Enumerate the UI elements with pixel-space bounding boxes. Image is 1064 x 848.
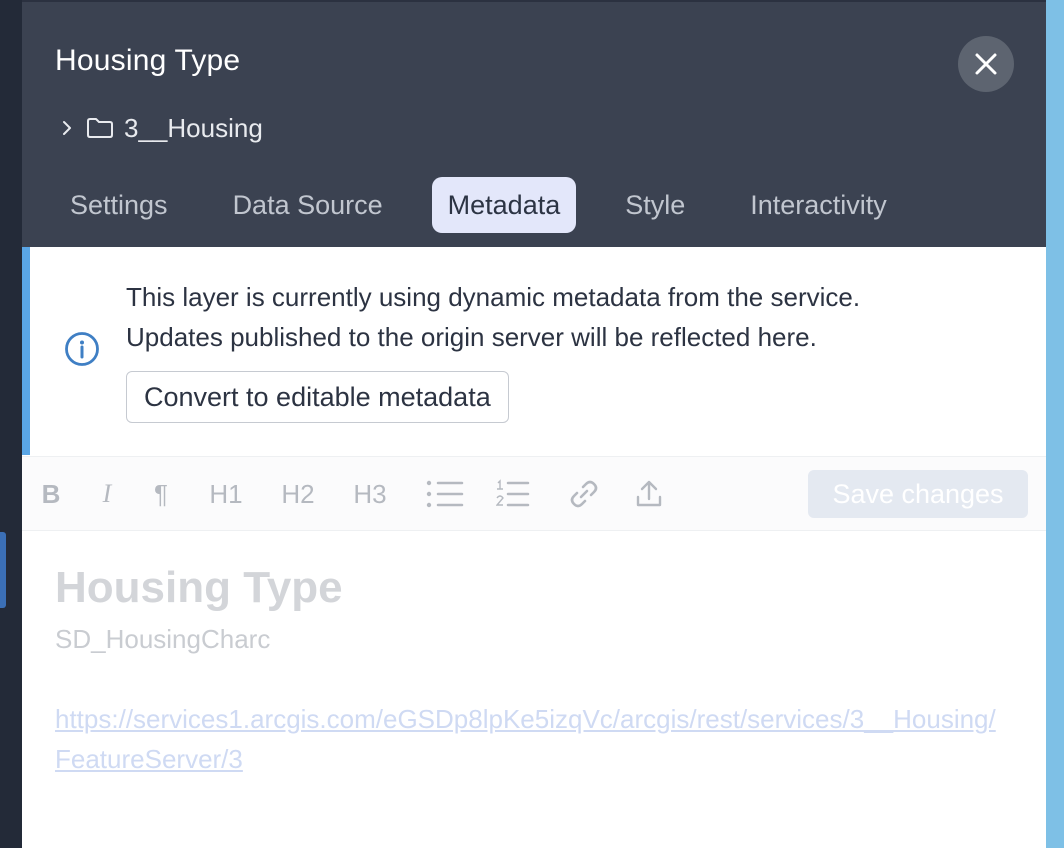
tab-style[interactable]: Style — [609, 177, 701, 233]
dynamic-metadata-notice: This layer is currently using dynamic me… — [22, 247, 1046, 455]
notice-line-1: This layer is currently using dynamic me… — [126, 282, 861, 312]
convert-to-editable-button[interactable]: Convert to editable metadata — [126, 371, 509, 423]
numbered-list-icon — [496, 479, 530, 507]
breadcrumb-folder-label: 3__Housing — [124, 112, 263, 143]
panel-header: Housing Type 3__Housing Settings Data So… — [22, 0, 1046, 247]
tab-metadata[interactable]: Metadata — [431, 177, 577, 233]
italic-button[interactable]: I — [96, 475, 118, 513]
editor-toolbar: B I ¶ H1 H2 H3 Save changes — [22, 456, 1046, 531]
heading-1-button[interactable]: H1 — [208, 475, 244, 513]
folder-icon — [86, 116, 114, 140]
heading-2-button[interactable]: H2 — [278, 475, 318, 513]
panel-tabs: Settings Data Source Metadata Style Inte… — [54, 177, 936, 233]
right-map-edge — [1046, 0, 1064, 848]
upload-icon — [636, 480, 662, 507]
bold-button[interactable]: B — [40, 475, 62, 513]
chevron-right-icon[interactable] — [62, 118, 76, 138]
close-icon — [975, 53, 997, 75]
heading-3-button[interactable]: H3 — [350, 475, 390, 513]
metadata-title: Housing Type — [55, 563, 343, 612]
notice-text: This layer is currently using dynamic me… — [126, 277, 1026, 357]
layer-metadata-panel: Housing Type 3__Housing Settings Data So… — [22, 0, 1046, 848]
upload-button[interactable] — [634, 475, 664, 513]
link-icon — [570, 480, 598, 508]
close-button[interactable] — [958, 36, 1014, 92]
left-rail — [0, 0, 22, 848]
notice-line-2: Updates published to the origin server w… — [126, 322, 817, 352]
save-changes-button[interactable]: Save changes — [808, 470, 1028, 518]
info-icon — [65, 332, 99, 366]
tab-data-source[interactable]: Data Source — [217, 177, 399, 233]
breadcrumb[interactable]: 3__Housing — [62, 110, 263, 146]
paragraph-button[interactable]: ¶ — [150, 475, 172, 513]
metadata-editor[interactable]: Housing Type SD_HousingCharc https://ser… — [22, 531, 1046, 848]
numbered-list-button[interactable] — [496, 475, 530, 513]
metadata-subtitle: SD_HousingCharc — [55, 624, 271, 654]
left-rail-tab-indicator[interactable] — [0, 532, 6, 608]
layer-title: Housing Type — [55, 44, 241, 77]
bulleted-list-button[interactable] — [426, 475, 464, 513]
bulleted-list-icon — [426, 480, 464, 508]
tab-interactivity[interactable]: Interactivity — [734, 177, 903, 233]
service-url-link[interactable]: https://services1.arcgis.com/eGSDp8lpKe5… — [55, 699, 1010, 779]
insert-link-button[interactable] — [567, 475, 601, 513]
tab-settings[interactable]: Settings — [54, 177, 184, 233]
